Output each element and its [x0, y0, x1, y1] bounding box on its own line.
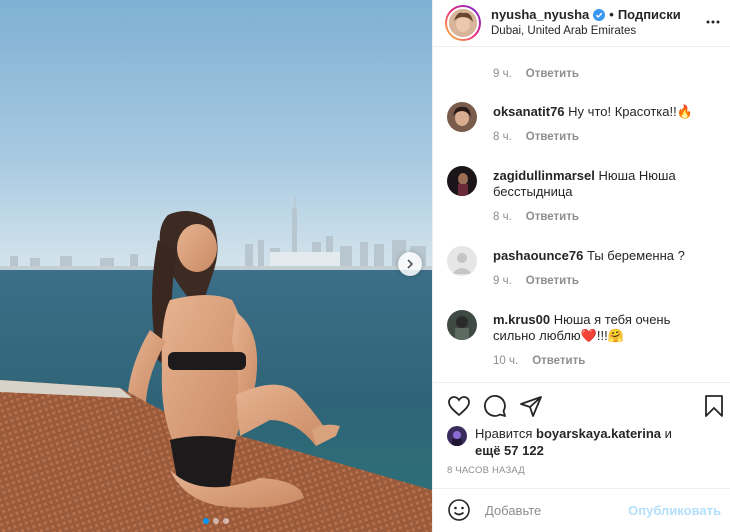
comment-time: 9 ч. — [493, 275, 512, 287]
verified-badge-icon — [593, 8, 606, 21]
post-timestamp[interactable]: 8 ЧАСОВ НАЗАД — [447, 465, 525, 476]
comment-meta: 8 ч. Ответить — [493, 211, 579, 223]
instagram-post-view: nyusha_nyusha • Подписки Dubai, United A… — [0, 0, 730, 532]
liker-username[interactable]: boyarskaya.katerina — [536, 426, 661, 441]
comment-time: 8 ч. — [493, 211, 512, 223]
likes-prefix: Нравится — [475, 426, 533, 441]
comment-meta: 10 ч. Ответить — [493, 355, 585, 367]
commenter-username[interactable]: pashaounce76 — [493, 248, 583, 263]
comment-time: 8 ч. — [493, 131, 512, 143]
commenter-avatar[interactable] — [447, 102, 477, 132]
author-username[interactable]: nyusha_nyusha — [491, 6, 589, 23]
emoji-icon[interactable] — [447, 498, 471, 522]
liker-avatar[interactable] — [447, 426, 467, 446]
commenter-username[interactable]: oksanatit76 — [493, 104, 565, 119]
author-avatar[interactable] — [445, 5, 481, 41]
reply-button[interactable]: Ответить — [526, 68, 579, 80]
post-side-panel: nyusha_nyusha • Подписки Dubai, United A… — [432, 0, 730, 532]
add-comment-input[interactable] — [485, 502, 625, 518]
likes-summary: Нравится boyarskaya.katerina и ещё 57 12… — [447, 425, 672, 459]
carousel-indicator — [0, 518, 432, 524]
add-comment-bar: Опубликовать — [433, 488, 730, 532]
comment-text: Ты беременна ? — [586, 248, 685, 263]
commenter-avatar[interactable] — [447, 310, 477, 340]
carousel-dot — [203, 518, 209, 524]
actions-divider — [433, 382, 730, 383]
reply-button[interactable]: Ответить — [526, 275, 579, 287]
comment-text: Ну что! Красотка!!🔥 — [568, 104, 693, 119]
commenter-avatar[interactable] — [447, 166, 477, 196]
header-separator: • — [609, 7, 614, 22]
reply-button[interactable]: Ответить — [526, 131, 579, 143]
post-photo[interactable] — [0, 0, 432, 532]
comment-icon[interactable] — [483, 394, 507, 418]
commenter-username[interactable]: zagidullinmarsel — [493, 168, 595, 183]
carousel-dot — [213, 518, 219, 524]
post-header: nyusha_nyusha • Подписки Dubai, United A… — [433, 0, 730, 46]
comment-time: 10 ч. — [493, 355, 519, 367]
carousel-next-button[interactable] — [398, 252, 422, 276]
comment-time: 9 ч. — [493, 68, 512, 80]
header-divider — [433, 46, 730, 47]
comment-meta: 8 ч. Ответить — [493, 131, 579, 143]
photo-image — [0, 0, 432, 532]
commenter-username[interactable]: m.krus00 — [493, 312, 550, 327]
reply-button[interactable]: Ответить — [532, 355, 585, 367]
chevron-right-icon — [407, 259, 414, 269]
post-location[interactable]: Dubai, United Arab Emirates — [491, 23, 681, 40]
comment-meta: 9 ч. Ответить — [493, 275, 579, 287]
author-avatar-image — [449, 9, 477, 37]
heart-icon[interactable] — [447, 394, 471, 418]
publish-button[interactable]: Опубликовать — [628, 503, 721, 518]
post-actions — [447, 394, 543, 418]
reply-button[interactable]: Ответить — [526, 211, 579, 223]
more-options-icon[interactable] — [705, 14, 721, 33]
bookmark-icon[interactable] — [703, 394, 725, 418]
likes-count-link[interactable]: ещё 57 122 — [475, 443, 544, 458]
likes-conjunction: и — [664, 426, 672, 441]
carousel-dot — [223, 518, 229, 524]
commenter-avatar[interactable] — [447, 246, 477, 276]
share-icon[interactable] — [519, 394, 543, 418]
follow-status-button[interactable]: Подписки — [618, 6, 681, 23]
comment-meta: 9 ч. Ответить — [493, 68, 579, 80]
